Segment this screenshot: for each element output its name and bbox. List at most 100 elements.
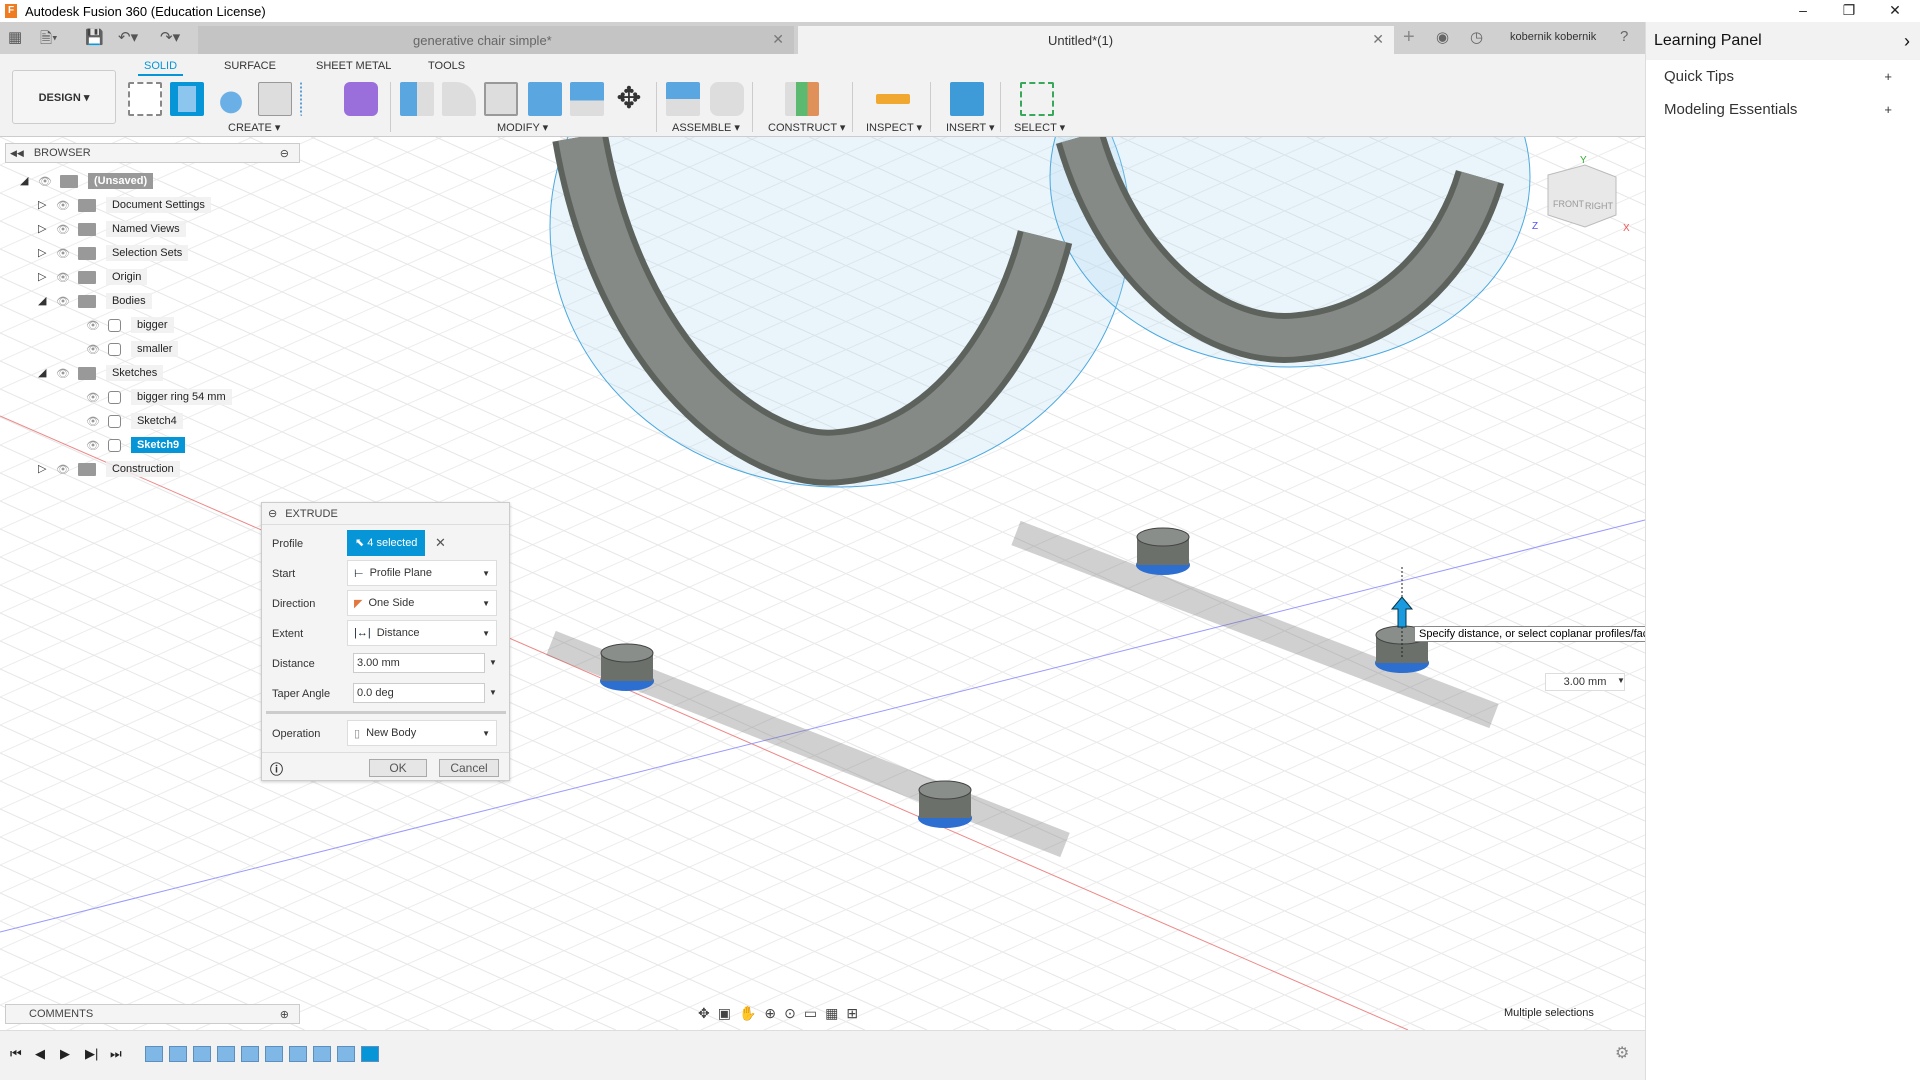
undo-icon[interactable]: ↶▾ bbox=[118, 28, 138, 46]
expand-icon[interactable]: + bbox=[1884, 102, 1892, 117]
visibility-eye-icon[interactable]: 👁 bbox=[56, 199, 70, 212]
viewcube[interactable]: FRONT RIGHT X Y Z bbox=[1532, 155, 1630, 234]
save-icon[interactable]: 💾 bbox=[85, 28, 104, 46]
expand-arrow-icon[interactable]: ▷ bbox=[38, 222, 46, 235]
clock-icon[interactable]: ◷ bbox=[1470, 28, 1483, 46]
profile-selection-button[interactable]: ⬉ 4 selected bbox=[347, 530, 425, 556]
timeline-feature-icon[interactable] bbox=[313, 1046, 331, 1062]
new-tab-icon[interactable]: + bbox=[1403, 26, 1415, 49]
learning-item-quick-tips[interactable]: Quick Tips + bbox=[1646, 60, 1920, 93]
visibility-eye-icon[interactable]: 👁 bbox=[86, 319, 100, 332]
extrude-icon[interactable] bbox=[170, 82, 204, 116]
expand-arrow-icon[interactable]: ▷ bbox=[38, 198, 46, 211]
timeline-feature-icon[interactable] bbox=[289, 1046, 307, 1062]
visibility-eye-icon[interactable]: 👁 bbox=[56, 271, 70, 284]
expand-icon[interactable]: + bbox=[1884, 69, 1892, 84]
distance-inline-dropdown-icon[interactable]: ▼ bbox=[1617, 676, 1625, 685]
cancel-button[interactable]: Cancel bbox=[439, 759, 499, 777]
visibility-eye-icon[interactable]: 👁 bbox=[38, 175, 52, 188]
browser-item[interactable]: 👁 Origin bbox=[56, 267, 148, 287]
start-dropdown[interactable]: ⊢ Profile Plane ▼ bbox=[347, 560, 497, 586]
browser-item[interactable]: 👁 Sketch4 bbox=[86, 411, 183, 431]
select-icon[interactable] bbox=[1020, 82, 1054, 116]
workspace-switcher[interactable]: DESIGN ▾ bbox=[12, 70, 116, 124]
timeline-feature-icon[interactable] bbox=[337, 1046, 355, 1062]
browser-item[interactable]: 👁 smaller bbox=[86, 339, 179, 359]
visibility-eye-icon[interactable]: 👁 bbox=[86, 415, 100, 428]
distance-dropdown-icon[interactable]: ▼ bbox=[489, 658, 497, 667]
pan-icon[interactable]: ✋ bbox=[739, 1005, 764, 1021]
redo-icon[interactable]: ↷▾ bbox=[160, 28, 180, 46]
extruded-cylinder[interactable] bbox=[1136, 527, 1190, 575]
viewports-icon[interactable]: ⊞ bbox=[846, 1005, 866, 1021]
zoom-icon[interactable]: ⊕ bbox=[764, 1005, 784, 1021]
timeline-feature-icon[interactable] bbox=[169, 1046, 187, 1062]
visibility-eye-icon[interactable]: 👁 bbox=[86, 343, 100, 356]
timeline-feature-icon[interactable] bbox=[145, 1046, 163, 1062]
inspect-menu[interactable]: INSPECT ▾ bbox=[866, 121, 922, 134]
close-tab-icon[interactable]: ✕ bbox=[1372, 31, 1384, 48]
visibility-eye-icon[interactable]: 👁 bbox=[56, 367, 70, 380]
fit-icon[interactable]: ⊙ bbox=[784, 1005, 804, 1021]
measure-icon[interactable] bbox=[876, 94, 910, 104]
minimize-button[interactable]: – bbox=[1780, 0, 1826, 22]
browser-item[interactable]: 👁 Sketches bbox=[56, 363, 164, 383]
tab-untitled[interactable]: Untitled*(1) ✕ bbox=[798, 26, 1394, 54]
pattern-icon[interactable] bbox=[300, 82, 334, 116]
joint-icon[interactable] bbox=[710, 82, 744, 116]
look-at-icon[interactable]: ▣ bbox=[718, 1005, 739, 1021]
comments-panel[interactable]: COMMENTS ⊕ bbox=[5, 1004, 300, 1024]
extruded-cylinder[interactable] bbox=[600, 643, 654, 691]
browser-item[interactable]: 👁 Bodies bbox=[56, 291, 152, 311]
close-tab-icon[interactable]: ✕ bbox=[772, 31, 784, 48]
move-icon[interactable]: ✥ bbox=[612, 82, 646, 116]
collapse-browser-icon[interactable]: ◀◀ bbox=[10, 148, 24, 159]
visibility-eye-icon[interactable]: 👁 bbox=[56, 223, 70, 236]
collapse-arrow-icon[interactable]: ◢ bbox=[20, 174, 28, 187]
add-comment-icon[interactable]: ⊕ bbox=[280, 1008, 289, 1021]
apps-grid-icon[interactable]: ▦ bbox=[8, 28, 22, 46]
collapse-panel-icon[interactable]: › bbox=[1904, 31, 1910, 52]
insert-image-icon[interactable] bbox=[950, 82, 984, 116]
browser-pin-icon[interactable]: ⊖ bbox=[280, 147, 289, 160]
user-name[interactable]: kobernik kobernik bbox=[1510, 31, 1596, 43]
taper-dropdown-icon[interactable]: ▼ bbox=[489, 688, 497, 697]
last-step-icon[interactable]: ⏭ bbox=[110, 1046, 122, 1062]
timeline-feature-icon[interactable] bbox=[217, 1046, 235, 1062]
split-body-icon[interactable] bbox=[570, 82, 604, 116]
viewcube-right[interactable]: RIGHT bbox=[1585, 201, 1614, 211]
extruded-cylinder[interactable] bbox=[918, 780, 972, 828]
browser-item[interactable]: 👁 Selection Sets bbox=[56, 243, 189, 263]
timeline-feature-icon[interactable] bbox=[241, 1046, 259, 1062]
operation-dropdown[interactable]: ▯ New Body ▼ bbox=[347, 720, 497, 746]
visibility-eye-icon[interactable]: 👁 bbox=[56, 295, 70, 308]
browser-item[interactable]: 👁 Document Settings bbox=[56, 195, 211, 215]
tab-surface[interactable]: SURFACE bbox=[224, 60, 276, 72]
revolve-icon[interactable] bbox=[214, 82, 248, 116]
collapse-arrow-icon[interactable]: ◢ bbox=[38, 366, 46, 379]
browser-item[interactable]: 👁 bigger ring 54 mm bbox=[86, 387, 232, 407]
display-settings-icon[interactable]: ▭ bbox=[804, 1005, 825, 1021]
3d-viewport[interactable]: FRONT RIGHT X Y Z bbox=[0, 137, 1645, 1030]
select-menu[interactable]: SELECT ▾ bbox=[1014, 121, 1065, 134]
visibility-eye-icon[interactable]: 👁 bbox=[86, 439, 100, 452]
browser-item[interactable]: 👁 bigger bbox=[86, 315, 174, 335]
first-step-icon[interactable]: ⏮ bbox=[10, 1046, 22, 1062]
browser-item[interactable]: 👁 Named Views bbox=[56, 219, 186, 239]
create-menu[interactable]: CREATE ▾ bbox=[228, 121, 280, 134]
create-form-icon[interactable] bbox=[344, 82, 378, 116]
collapse-arrow-icon[interactable]: ◢ bbox=[38, 294, 46, 307]
direction-dropdown[interactable]: ◤ One Side ▼ bbox=[347, 590, 497, 616]
timeline-feature-icon[interactable] bbox=[265, 1046, 283, 1062]
extent-dropdown[interactable]: |↔| Distance ▼ bbox=[347, 620, 497, 646]
close-button[interactable]: ✕ bbox=[1872, 0, 1918, 22]
tab-generative-chair[interactable]: generative chair simple* ✕ bbox=[198, 26, 794, 54]
clear-selection-icon[interactable]: ✕ bbox=[435, 535, 446, 551]
timeline-feature-icon[interactable] bbox=[193, 1046, 211, 1062]
navigation-toolbar[interactable]: ✥▣✋⊕⊙▭▦⊞ bbox=[698, 1005, 866, 1022]
orbit-icon[interactable]: ✥ bbox=[698, 1005, 718, 1021]
file-menu-icon[interactable]: 🗎▾ bbox=[40, 28, 58, 53]
browser-item[interactable]: 👁 Construction bbox=[56, 459, 180, 479]
create-sketch-icon[interactable] bbox=[128, 82, 162, 116]
fillet-icon[interactable] bbox=[442, 82, 476, 116]
